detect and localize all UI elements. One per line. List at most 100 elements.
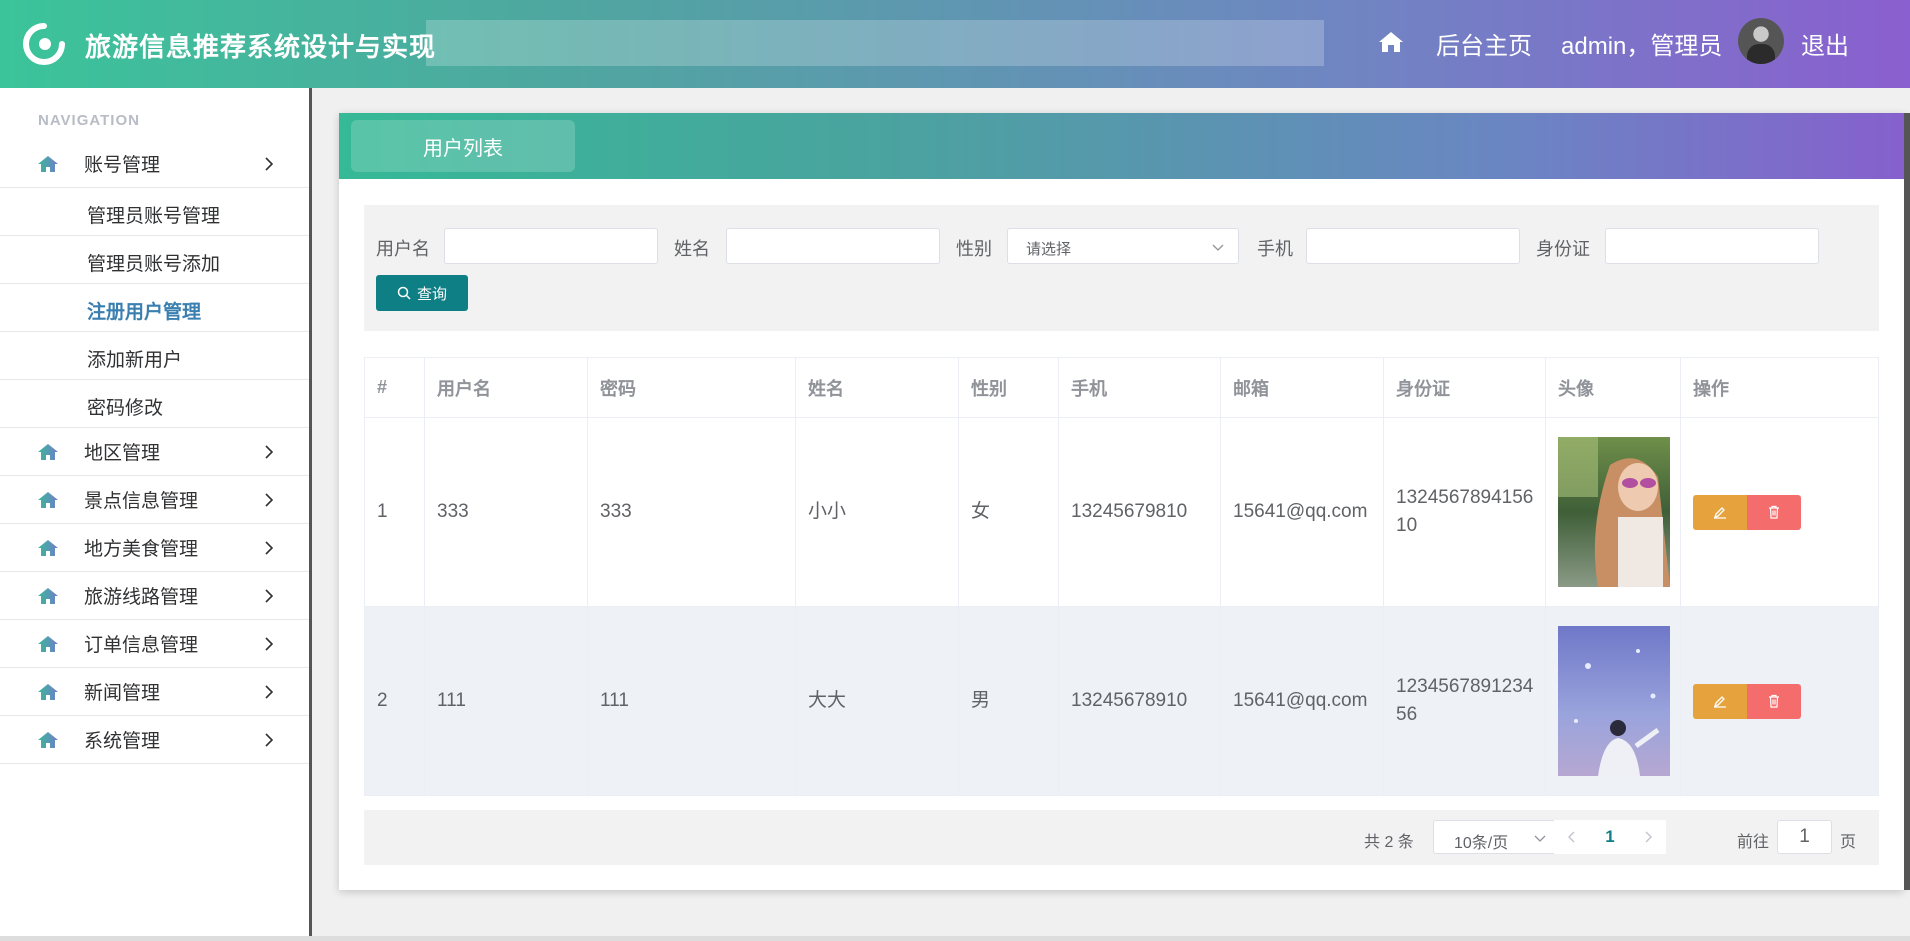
cell-actions: [1680, 417, 1879, 607]
avatar-photo: [1558, 437, 1670, 587]
pagination: 共 2 条 10条/页 1 前往 页: [364, 810, 1879, 865]
sidebar-item-label: 账号管理: [84, 155, 161, 176]
sidebar-item-label: 地方美食管理: [84, 539, 199, 560]
phone-input[interactable]: [1306, 228, 1520, 264]
name-input[interactable]: [726, 228, 940, 264]
chevron-right-icon: [1645, 831, 1652, 843]
delete-button[interactable]: [1747, 683, 1801, 719]
chevron-down-icon: [1534, 835, 1546, 842]
cell-idcard: 132456789415610: [1383, 417, 1546, 607]
sidebar: NAVIGATION 账号管理 管理员账号管理 管理员账号添加 注册用户管理 添…: [0, 88, 312, 941]
search-button-label: 查询: [416, 285, 447, 303]
cell-phone: 13245678910: [1058, 606, 1221, 796]
scrollbar[interactable]: [1904, 113, 1910, 890]
column-header: 用户名: [424, 357, 588, 418]
chevron-right-icon: [265, 445, 274, 459]
goto-page-input[interactable]: [1777, 820, 1832, 854]
main-card: 用户列表 用户名 姓名 性别 请选择 手机 身份证 查询 # 用户名 密码 姓名…: [339, 113, 1904, 890]
sidebar-item-food[interactable]: 地方美食管理: [0, 524, 309, 572]
column-header: 姓名: [795, 357, 959, 418]
sidebar-item-label: 系统管理: [84, 731, 161, 752]
chevron-right-icon: [265, 685, 274, 699]
header-search-bar[interactable]: [426, 20, 1324, 66]
sidebar-item-orders[interactable]: 订单信息管理: [0, 620, 309, 668]
sidebar-item-system[interactable]: 系统管理: [0, 716, 309, 764]
sidebar-item-account[interactable]: 账号管理: [0, 140, 309, 188]
sidebar-subitem-admin-add[interactable]: 管理员账号添加: [0, 236, 309, 284]
row-actions: [1693, 683, 1868, 719]
nav-heading: NAVIGATION: [38, 112, 140, 129]
gender-select-placeholder: 请选择: [1026, 241, 1072, 258]
cell-avatar: [1545, 417, 1681, 607]
sidebar-item-region[interactable]: 地区管理: [0, 428, 309, 476]
cell-index: 2: [364, 606, 425, 796]
sidebar-item-attractions[interactable]: 景点信息管理: [0, 476, 309, 524]
sidebar-subitem-admin-manage[interactable]: 管理员账号管理: [0, 188, 309, 236]
cell-avatar: [1545, 606, 1681, 796]
sidebar-item-label: 订单信息管理: [84, 635, 199, 656]
sidebar-item-label: 景点信息管理: [84, 491, 199, 512]
avatar[interactable]: [1738, 18, 1784, 64]
column-header: 身份证: [1383, 357, 1546, 418]
page-size-value: 10条/页: [1454, 835, 1509, 852]
logo-icon: [23, 23, 65, 65]
user-label: admin，管理员: [1561, 33, 1723, 60]
sidebar-item-label: 旅游线路管理: [84, 587, 199, 608]
gender-label: 性别: [956, 239, 992, 259]
username-label: 用户名: [376, 239, 430, 259]
cell-name: 小小: [795, 417, 959, 607]
home-icon: [38, 636, 58, 652]
page-size-select[interactable]: 10条/页: [1433, 820, 1557, 854]
chevron-left-icon: [1568, 831, 1575, 843]
edit-button[interactable]: [1693, 683, 1747, 719]
phone-label: 手机: [1257, 239, 1293, 259]
filter-panel: 用户名 姓名 性别 请选择 手机 身份证 查询: [364, 205, 1879, 331]
backend-home-link[interactable]: 后台主页: [1436, 26, 1532, 61]
chevron-down-icon: [1212, 244, 1224, 251]
cell-gender: 女: [958, 417, 1059, 607]
sidebar-subitem-user-add[interactable]: 添加新用户: [0, 332, 309, 380]
trash-icon: [1769, 505, 1779, 519]
table-row: 2 111 111 大大 男 13245678910 15641@qq.com …: [364, 606, 1879, 796]
table-row: 1 333 333 小小 女 13245679810 15641@qq.com …: [364, 417, 1879, 607]
column-header: 头像: [1545, 357, 1681, 418]
cell-idcard: 123456789123456: [1383, 606, 1546, 796]
chevron-right-icon: [265, 541, 274, 555]
tab-user-list[interactable]: 用户列表: [351, 120, 575, 172]
sidebar-item-label: 新闻管理: [84, 683, 161, 704]
sidebar-subitem-label: 注册用户管理: [87, 302, 202, 323]
page-number-current[interactable]: 1: [1590, 820, 1630, 854]
column-header: 性别: [958, 357, 1059, 418]
prev-page-button[interactable]: [1554, 820, 1590, 854]
home-icon: [38, 492, 58, 508]
home-icon[interactable]: [1378, 30, 1404, 54]
bottom-strip: [0, 936, 1910, 941]
sidebar-subitem-password[interactable]: 密码修改: [0, 380, 309, 428]
sidebar-item-news[interactable]: 新闻管理: [0, 668, 309, 716]
gender-select[interactable]: 请选择: [1007, 228, 1239, 264]
cell-name: 大大: [795, 606, 959, 796]
top-header: 旅游信息推荐系统设计与实现 后台主页 admin，管理员 退出: [0, 0, 1910, 88]
delete-button[interactable]: [1747, 494, 1801, 530]
sidebar-item-routes[interactable]: 旅游线路管理: [0, 572, 309, 620]
cell-phone: 13245679810: [1058, 417, 1221, 607]
edit-button[interactable]: [1693, 494, 1747, 530]
home-icon: [38, 444, 58, 460]
sidebar-subitem-user-manage[interactable]: 注册用户管理: [0, 284, 309, 332]
column-header: 密码: [587, 357, 796, 418]
chevron-right-icon: [265, 493, 274, 507]
cell-username: 333: [424, 417, 588, 607]
idcard-input[interactable]: [1605, 228, 1819, 264]
chevron-right-icon: [265, 589, 274, 603]
pagination-total: 共 2 条: [1364, 834, 1414, 851]
table-header-row: # 用户名 密码 姓名 性别 手机 邮箱 身份证 头像 操作: [364, 357, 1879, 418]
next-page-button[interactable]: [1630, 820, 1666, 854]
cell-actions: [1680, 606, 1879, 796]
column-header: 邮箱: [1220, 357, 1384, 418]
search-button[interactable]: 查询: [376, 275, 468, 311]
username-input[interactable]: [444, 228, 658, 264]
cell-username: 111: [424, 606, 588, 796]
cell-password: 111: [587, 606, 796, 796]
home-icon: [38, 540, 58, 556]
logout-link[interactable]: 退出: [1801, 26, 1849, 61]
